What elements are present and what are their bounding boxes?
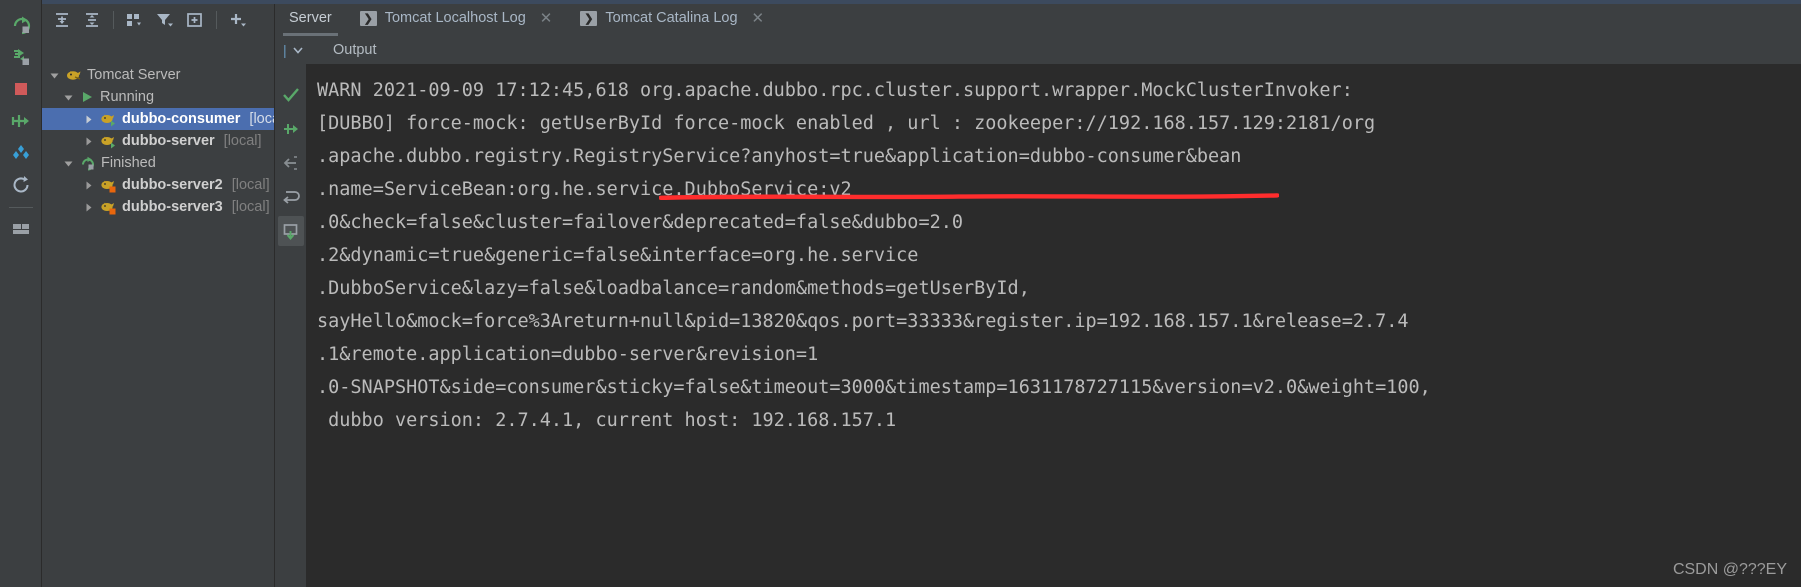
console-text: WARN 2021-09-09 17:12:45,618 org.apache.… [307,64,1801,437]
chevron-right-icon[interactable] [82,201,95,214]
log-line: [DUBBO] force-mock: getUserById force-mo… [317,113,1376,134]
caret-bar-icon: | [283,42,287,58]
output-header-bar: | Output [42,36,1801,64]
tree-node-label: Running [100,89,155,105]
close-icon[interactable]: ✕ [540,11,553,26]
add-frame-icon[interactable] [181,7,209,33]
tab-label: Tomcat Localhost Log [384,10,526,26]
tree-node-dubbo-server[interactable]: dubbo-server [local] [42,130,274,152]
tree-node-dubbo-server2[interactable]: dubbo-server2 [local] [42,174,274,196]
tab-server[interactable]: Server [275,0,346,36]
chevron-down-icon[interactable] [62,157,75,170]
tree-node-label: Finished [101,155,156,171]
restart-icon[interactable] [6,170,36,200]
console-output[interactable]: WARN 2021-09-09 17:12:45,618 org.apache.… [307,64,1801,587]
log-line: dubbo version: 2.7.4.1, current host: 19… [317,410,897,431]
scroll-to-start-icon[interactable] [278,148,304,178]
tab-label: Server [289,10,332,26]
layout-icon[interactable] [6,214,36,244]
run-icon: ❯ [580,10,598,26]
tab-tomcat-localhost-log[interactable]: ❯ Tomcat Localhost Log ✕ [346,0,567,36]
finished-icon [80,156,96,171]
servers-tree-panel: Tomcat Server Running dubbo-consumer [lo… [42,64,275,587]
tab-bar: Server ❯ Tomcat Localhost Log ✕ ❯ Tomcat… [275,0,1801,36]
console-actions-rail [275,64,307,587]
deploy-icon[interactable] [6,106,36,136]
chevron-down-icon[interactable] [48,69,61,82]
filter-icon[interactable] [151,7,179,33]
tomcat-stop-icon [100,200,117,215]
chevron-right-icon[interactable] [82,113,95,126]
stop-icon[interactable] [6,74,36,104]
tree-node-sublabel: [local] [231,177,270,193]
log-line: .0-SNAPSHOT&side=consumer&sticky=false&t… [317,377,1431,398]
tree-toolbar [42,0,275,36]
expand-all-icon[interactable] [48,7,76,33]
body-row: Tomcat Server Running dubbo-consumer [lo… [42,64,1801,587]
soft-wrap-icon[interactable] [278,182,304,212]
tree-node-label: dubbo-server2 [122,177,223,193]
tree-node-label: dubbo-consumer [122,111,241,127]
watermark: CSDN @???EY [1672,561,1787,578]
chevron-right-icon[interactable] [82,179,95,192]
chevron-down-icon[interactable] [291,43,305,57]
tomcat-icon [66,68,82,83]
tree-header-spacer [42,36,275,64]
log-line: .name=ServiceBean:org.he.service.DubboSe… [317,179,852,200]
add-icon[interactable] [224,7,252,33]
toolbar-divider-1 [113,11,114,29]
edit-configurations-icon[interactable] [6,138,36,168]
tomcat-stop-icon [100,178,117,193]
run-icon: ❯ [359,10,377,26]
check-green-icon[interactable] [278,80,304,110]
log-line: .2&dynamic=true&generic=false&interface=… [317,245,919,266]
group-by-icon[interactable] [121,7,149,33]
collapse-all-icon[interactable] [78,7,106,33]
rerun-failed-tests-icon[interactable] [6,42,36,72]
tree-node-tomcat-server[interactable]: Tomcat Server [42,64,274,86]
log-line: WARN 2021-09-09 17:12:45,618 org.apache.… [317,80,1353,101]
run-actions-rail [0,0,42,587]
tree-node-running[interactable]: Running [42,86,274,108]
tree-node-sublabel: [local] [223,133,262,149]
output-collapse-control[interactable]: | [275,42,333,58]
tree-node-sublabel: [local] [231,199,270,215]
main-column: Server ❯ Tomcat Localhost Log ✕ ❯ Tomcat… [42,0,1801,587]
print-icon[interactable] [277,216,304,246]
log-line: .1&remote.application=dubbo-server&revis… [317,344,819,365]
rerun-green-icon[interactable] [278,114,304,144]
servers-tree: Tomcat Server Running dubbo-consumer [lo… [42,64,274,218]
tree-node-dubbo-consumer[interactable]: dubbo-consumer [local] [42,108,274,130]
close-icon[interactable]: ✕ [752,11,765,26]
chevron-right-icon[interactable] [82,135,95,148]
log-line: sayHello&mock=force%3Areturn+null&pid=13… [317,311,1409,332]
rail-divider [8,207,33,208]
tree-node-label: Tomcat Server [87,67,181,83]
tree-node-dubbo-server3[interactable]: dubbo-server3 [local] [42,196,274,218]
toolbar-divider-2 [216,11,217,29]
log-line: .0&check=false&cluster=failover&deprecat… [317,212,964,233]
tree-node-finished[interactable]: Finished [42,152,274,174]
tree-node-sublabel: [local] [249,111,274,127]
tab-label: Tomcat Catalina Log [605,10,738,26]
tree-node-label: dubbo-server [122,133,215,149]
ide-run-window: Server ❯ Tomcat Localhost Log ✕ ❯ Tomcat… [0,0,1801,587]
chevron-down-icon[interactable] [62,91,75,104]
tree-node-label: dubbo-server3 [122,199,223,215]
tomcat-run-icon [100,134,117,149]
run-green-icon [80,90,95,104]
tab-tomcat-catalina-log[interactable]: ❯ Tomcat Catalina Log ✕ [566,0,778,36]
output-label: Output [333,42,377,58]
rerun-icon[interactable] [6,10,36,40]
log-line: .apache.dubbo.registry.RegistryService?a… [317,146,1242,167]
tomcat-run-icon [100,112,117,127]
log-line: .DubboService&lazy=false&loadbalance=ran… [317,278,1030,299]
